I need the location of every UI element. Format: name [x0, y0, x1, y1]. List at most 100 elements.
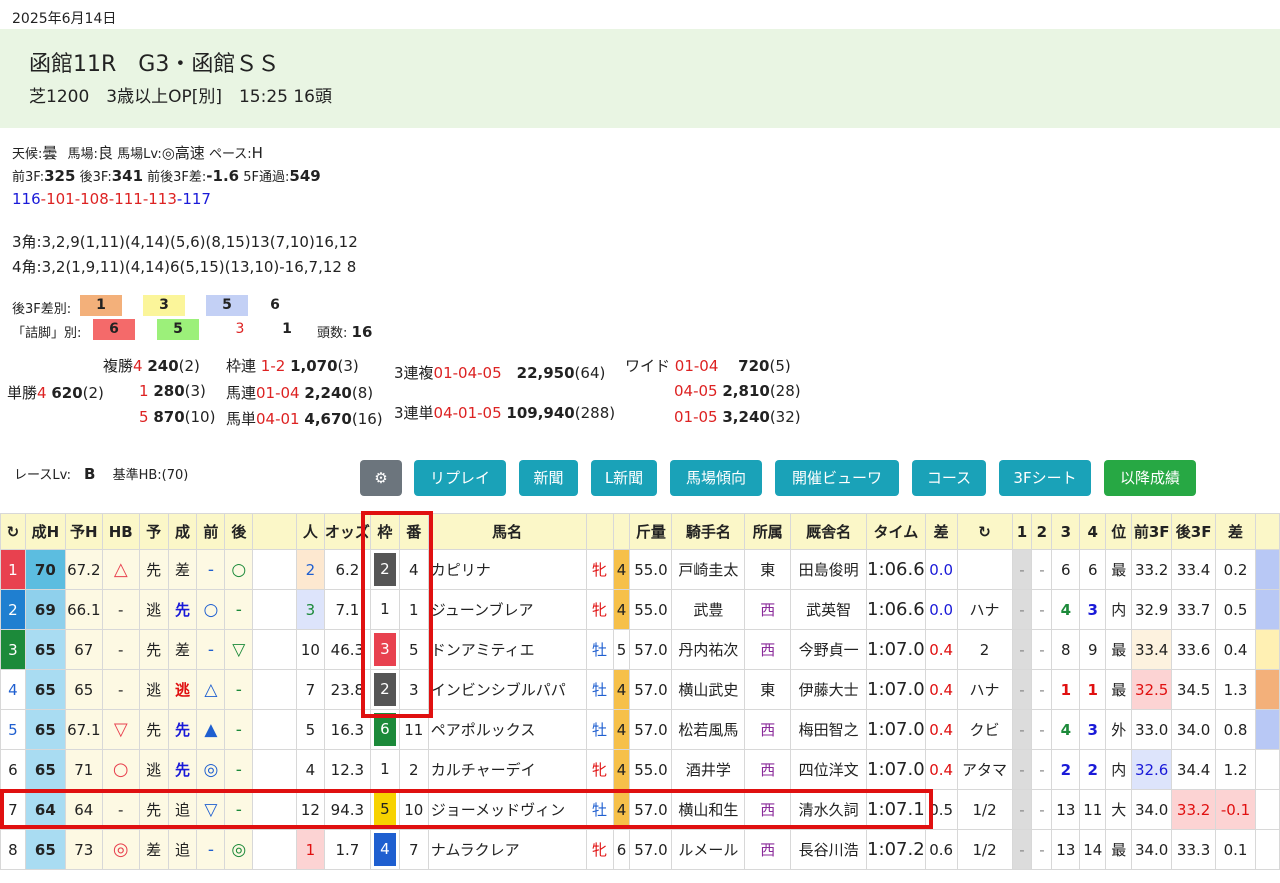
horse-name[interactable]: ドンアミティエ [427, 629, 587, 670]
edge-marker [1255, 589, 1280, 630]
mark-back: - [224, 749, 254, 790]
table-row[interactable]: 1 70 67.2 △ 先差 - ○ 2 6.2 2 4 カピリナ牝 4 55.0 戸崎圭太東田島俊明 1:0… [0, 549, 1280, 590]
heads-count: 頭数: 16 [317, 323, 373, 341]
horse-sex: 牡 [585, 709, 614, 750]
column-header-16: 斤量 [629, 513, 673, 550]
3f-sheet-button[interactable]: 3Fシート [999, 460, 1091, 496]
sabetsu-chip-3: 5 [206, 295, 248, 316]
track-bias-button[interactable]: 馬場傾向 [670, 460, 762, 496]
trainer-name[interactable]: 長谷川浩 [790, 829, 868, 870]
affiliation: 西 [744, 749, 792, 790]
edge-marker [1255, 669, 1280, 710]
replay-button[interactable]: リプレイ [414, 460, 506, 496]
later-results-button[interactable]: 以降成績 [1104, 460, 1196, 496]
odds: 12.3 [323, 749, 371, 790]
corner3: 13 [1051, 789, 1081, 830]
3f-diff: 0.8 [1215, 709, 1256, 750]
weight: 55.0 [629, 549, 673, 590]
jockey-name[interactable]: ルメール [671, 829, 746, 870]
corner3: 1 [1051, 669, 1081, 710]
umatan-row: 馬単04-01 4,670(16) [226, 410, 383, 428]
trainer-name[interactable]: 武英智 [790, 589, 868, 630]
first-3f: 33.0 [1131, 709, 1173, 750]
settings-button[interactable]: ⚙ [360, 460, 402, 496]
first-3f: 32.5 [1131, 669, 1173, 710]
race-date: 2025年6月14日 [12, 11, 117, 27]
trainer-name[interactable]: 伊藤大士 [790, 669, 868, 710]
column-header-24: 2 [1031, 513, 1053, 550]
trainer-name[interactable]: 梅田智之 [790, 709, 868, 750]
jockey-name[interactable]: 横山武史 [671, 669, 746, 710]
trainer-name[interactable]: 四位洋文 [790, 749, 868, 790]
position: 外 [1105, 709, 1133, 750]
result-hb: 70 [24, 549, 66, 590]
margin: 0.4 [924, 669, 958, 710]
corner2: - [1031, 589, 1053, 630]
horse-name[interactable]: カルチャーデイ [427, 749, 587, 790]
margin-note: ハナ [956, 589, 1013, 630]
jockey-name[interactable]: 戸崎圭太 [671, 549, 746, 590]
newspaper-button[interactable]: 新聞 [519, 460, 578, 496]
horse-age: 5 [612, 629, 631, 670]
finish-time: 1:06.6 [866, 589, 926, 630]
column-header-8 [252, 513, 297, 550]
table-row[interactable]: 4 65 65- 逃逃 △ -7 23.8 2 3 インビンシブルパパ牡 4 57.0 横山武史東伊藤大… [0, 669, 1280, 710]
course-button[interactable]: コース [912, 460, 986, 496]
corner4: 14 [1079, 829, 1107, 870]
last-3f: 34.0 [1171, 709, 1217, 750]
finish-time: 1:07.2 [866, 829, 926, 870]
horse-name[interactable]: カピリナ [427, 549, 587, 590]
horse-name[interactable]: ナムラクレア [427, 829, 587, 870]
column-header-18: 所属 [744, 513, 792, 550]
result-hb: 65 [24, 829, 66, 870]
jockey-name[interactable]: 丹内祐次 [671, 629, 746, 670]
horse-name[interactable]: ペアポルックス [427, 709, 587, 750]
finish-time: 1:07.0 [866, 709, 926, 750]
column-header-0[interactable]: ↻ [0, 513, 26, 550]
table-row[interactable]: 5 65 67.1 ▽ 先先 ▲ -5 16.3 6 11 ペアポルックス牡 4 57.0 松若風馬西梅田… [0, 709, 1280, 750]
l-newspaper-button[interactable]: L新聞 [591, 460, 657, 496]
table-row[interactable]: 6 65 71 ○ 逃先 ◎ -4 12.3 1 2 カルチャーデイ牝 4 55.0 酒井学西四位洋文 1:… [0, 749, 1280, 790]
first-3f: 34.0 [1131, 789, 1173, 830]
table-row[interactable]: 2 69 66.1- 逃先 ○ -3 7.1 1 1 ジューンブレア牝 4 55.0 武豊西武英智 1:0… [0, 589, 1280, 630]
table-row[interactable]: 8 65 73 ◎ 差追 - ◎ 1 1.7 4 7 ナムラクレア牝 6 57.0 ルメール西長谷川浩 1:0… [0, 829, 1280, 870]
predicted-style: 先 [138, 629, 169, 670]
column-header-31 [1255, 513, 1280, 550]
finish-time: 1:07.0 [866, 629, 926, 670]
3f-diff: 1.2 [1215, 749, 1256, 790]
popularity: 7 [295, 669, 325, 710]
jockey-name[interactable]: 酒井学 [671, 749, 746, 790]
table-row[interactable]: 3 65 67- 先差 - ▽ 10 46.3 3 5 ドンアミティエ牡 5 57.0 丹内祐次西今野貞一… [0, 629, 1280, 670]
waku-number: 1 [369, 749, 400, 790]
predicted-hb: 67.1 [64, 709, 103, 750]
result-style: 差 [167, 629, 198, 670]
mark-back: ◎ [224, 829, 254, 870]
spacer [252, 629, 297, 670]
corner3: 13 [1051, 829, 1081, 870]
lap-times: 116-101-108-111-113-117 [12, 190, 211, 208]
jockey-name[interactable]: 松若風馬 [671, 709, 746, 750]
column-header-19: 厩舎名 [790, 513, 868, 550]
column-header-27: 位 [1105, 513, 1133, 550]
last-3f: 34.5 [1171, 669, 1217, 710]
horse-name[interactable]: ジューンブレア [427, 589, 587, 630]
trainer-name[interactable]: 田島俊明 [790, 549, 868, 590]
meeting-viewer-button[interactable]: 開催ビューワ [775, 460, 899, 496]
margin: 0.0 [924, 589, 958, 630]
3f-diff: 0.4 [1215, 629, 1256, 670]
affiliation: 東 [744, 549, 792, 590]
first-3f: 33.4 [1131, 629, 1173, 670]
corner3: 2 [1051, 749, 1081, 790]
corner1: - [1011, 549, 1033, 590]
corner1: - [1011, 749, 1033, 790]
horse-name[interactable]: インビンシブルパパ [427, 669, 587, 710]
result-style: 先 [167, 709, 198, 750]
corner2: - [1031, 749, 1053, 790]
popularity: 2 [295, 549, 325, 590]
column-header-26: 4 [1079, 513, 1107, 550]
column-header-15 [612, 513, 631, 550]
trainer-name[interactable]: 今野貞一 [790, 629, 868, 670]
finish-rank: 2 [0, 589, 26, 630]
column-header-22[interactable]: ↻ [956, 513, 1013, 550]
jockey-name[interactable]: 武豊 [671, 589, 746, 630]
